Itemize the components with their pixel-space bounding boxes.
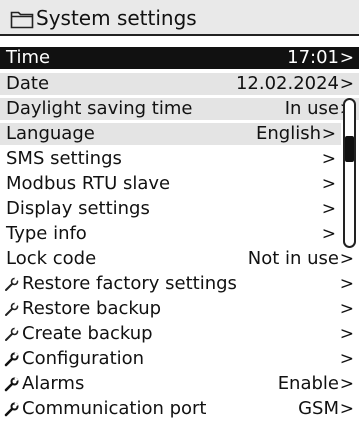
menu-item-value: GSM <box>298 398 339 419</box>
system-settings-screen: System settings Time 17:01 > Date 12.02.… <box>0 0 359 435</box>
menu-item-label: Restore factory settings <box>22 273 237 294</box>
menu-item-type-info[interactable]: Type info > <box>0 223 341 245</box>
menu-item-lock-code[interactable]: Lock code Not in use > <box>0 248 359 270</box>
menu-item-label: Daylight saving time <box>6 98 193 119</box>
menu-item-time[interactable]: Time 17:01 > <box>0 47 359 69</box>
chevron-right-icon: > <box>339 299 354 319</box>
menu-item-value: English <box>256 123 321 144</box>
wrench-icon <box>4 402 19 417</box>
page-title: System settings <box>36 6 197 30</box>
menu-item-communication-port[interactable]: Communication port GSM > <box>0 398 359 420</box>
menu-item-label: Restore backup <box>22 298 162 319</box>
menu-item-value: 12.02.2024 <box>235 73 339 94</box>
chevron-right-icon: > <box>339 48 354 68</box>
title-bar: System settings <box>0 0 359 36</box>
chevron-right-icon: > <box>321 124 336 144</box>
menu-item-label: Create backup <box>22 323 153 344</box>
menu-item-value: In use <box>284 98 339 119</box>
scrollbar[interactable] <box>343 98 356 248</box>
scrollbar-thumb[interactable] <box>345 136 354 162</box>
menu-item-sms-settings[interactable]: SMS settings > <box>0 148 341 170</box>
menu-item-label: Time <box>6 47 51 68</box>
menu-item-value: Not in use <box>247 248 339 269</box>
chevron-right-icon: > <box>339 349 354 369</box>
menu-item-modbus-rtu-slave[interactable]: Modbus RTU slave > <box>0 173 341 195</box>
chevron-right-icon: > <box>339 249 354 269</box>
menu-item-create-backup[interactable]: Create backup > <box>0 323 359 345</box>
menu-item-label: Alarms <box>22 373 85 394</box>
wrench-icon <box>4 377 19 392</box>
menu-item-label: Date <box>6 73 50 94</box>
menu-item-label: Lock code <box>6 248 97 269</box>
menu-item-label: Modbus RTU slave <box>6 173 171 194</box>
wrench-icon <box>4 352 19 367</box>
menu-item-restore-backup[interactable]: Restore backup > <box>0 298 359 320</box>
menu-item-language[interactable]: Language English > <box>0 123 341 145</box>
menu-item-label: Configuration <box>22 348 145 369</box>
folder-icon <box>10 11 34 29</box>
menu-item-date[interactable]: Date 12.02.2024 > <box>0 73 359 95</box>
chevron-right-icon: > <box>339 324 354 344</box>
menu-item-display-settings[interactable]: Display settings > <box>0 198 341 220</box>
chevron-right-icon: > <box>321 149 336 169</box>
chevron-right-icon: > <box>321 199 336 219</box>
menu-item-label: Language <box>6 123 95 144</box>
chevron-right-icon: > <box>339 399 354 419</box>
chevron-right-icon: > <box>339 74 354 94</box>
menu-item-label: Display settings <box>6 198 150 219</box>
chevron-right-icon: > <box>321 174 336 194</box>
wrench-icon <box>5 327 19 341</box>
menu-item-label: Communication port <box>22 398 207 419</box>
menu-item-restore-factory-settings[interactable]: Restore factory settings > <box>0 273 359 295</box>
chevron-right-icon: > <box>321 224 336 244</box>
menu-item-value: Enable <box>277 373 339 394</box>
menu-item-configuration[interactable]: Configuration > <box>0 348 359 370</box>
chevron-right-icon: > <box>339 374 354 394</box>
wrench-icon <box>5 302 19 316</box>
menu-item-value: 17:01 <box>287 47 339 68</box>
menu-item-label: Type info <box>6 223 87 244</box>
menu-item-alarms[interactable]: Alarms Enable > <box>0 373 359 395</box>
menu-item-label: SMS settings <box>6 148 122 169</box>
menu-item-daylight-saving[interactable]: Daylight saving time In use > <box>0 98 359 120</box>
wrench-icon <box>5 277 19 291</box>
chevron-right-icon: > <box>339 274 354 294</box>
